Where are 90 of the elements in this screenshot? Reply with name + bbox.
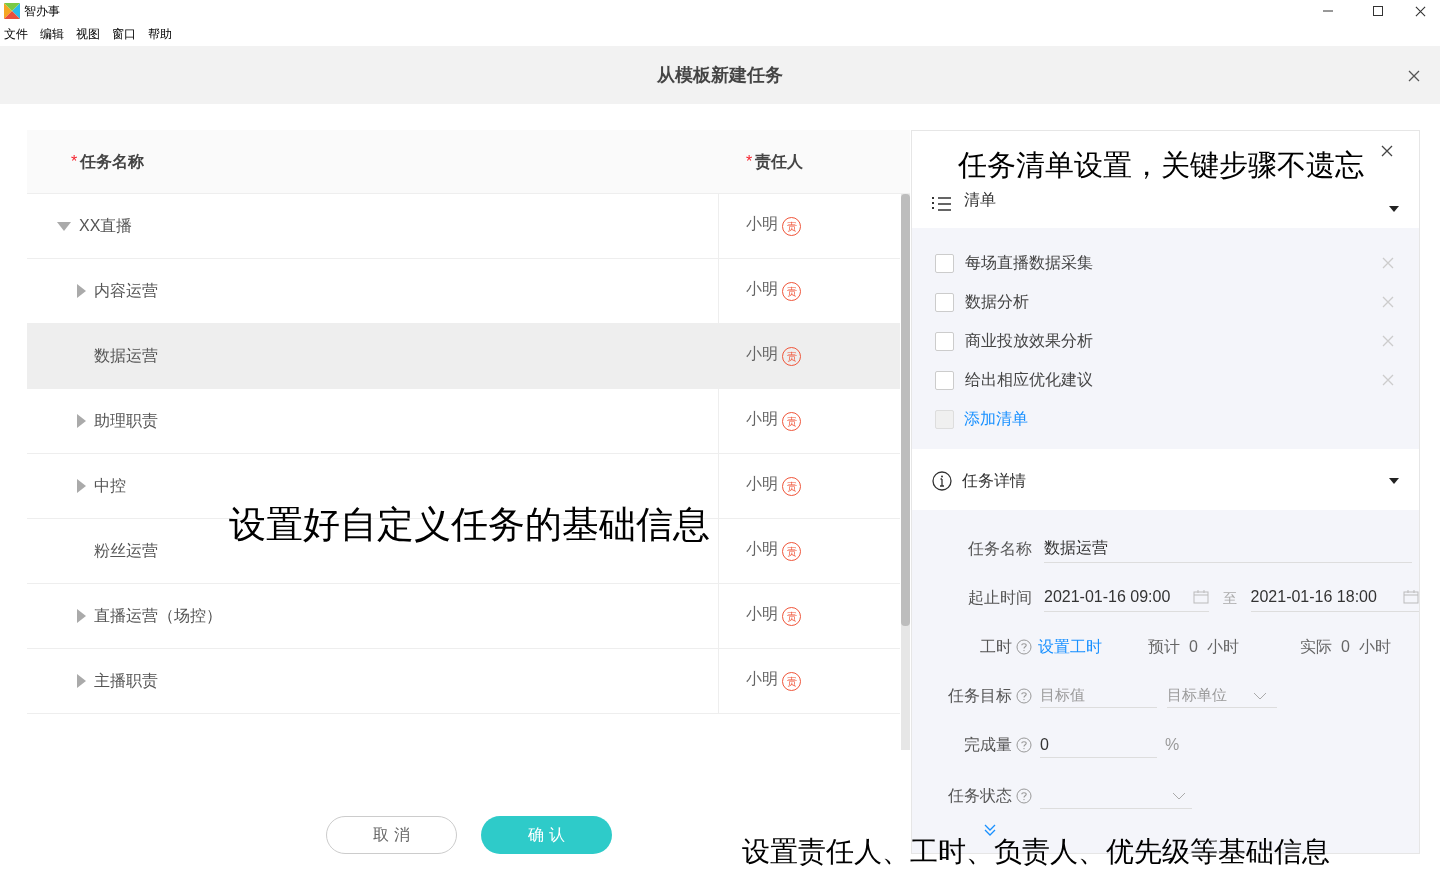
checklist-item: 每场直播数据采集 [965, 253, 1094, 273]
menu-item[interactable]: 编辑 [40, 25, 64, 43]
list-icon [932, 196, 952, 212]
checkbox[interactable] [935, 253, 954, 273]
end-time-field[interactable]: 2021-01-16 18:00 [1250, 584, 1419, 612]
checkbox-placeholder-icon [935, 409, 954, 429]
percent-unit: % [1165, 735, 1180, 755]
tree-row[interactable]: 助理职责 小明 责 [27, 389, 900, 454]
checklist-item: 数据分析 [965, 292, 1030, 312]
app-logo-icon [4, 3, 20, 19]
dialog-title: 从模板新建任务 [657, 63, 783, 87]
task-name: 主播职责 [94, 671, 158, 691]
collapsed-caret-icon[interactable] [77, 284, 86, 298]
close-icon[interactable] [1408, 70, 1420, 82]
menu-item[interactable]: 帮助 [148, 25, 172, 43]
task-name: 助理职责 [94, 411, 158, 431]
collapsed-caret-icon[interactable] [77, 609, 86, 623]
scrollbar-thumb[interactable] [901, 194, 910, 626]
task-name: XX直播 [79, 216, 133, 236]
caption-overlay: 设置责任人、工时、负责人、优先级等基础信息 [742, 838, 1330, 866]
assignee-name: 小明 [746, 474, 778, 494]
task-name: 中控 [94, 476, 126, 496]
calendar-icon[interactable] [1403, 589, 1419, 604]
field-label: 任务名称 [968, 539, 1032, 559]
assignee-name: 小明 [746, 344, 778, 364]
expanded-caret-icon[interactable] [1389, 478, 1399, 484]
delete-icon[interactable] [1382, 374, 1394, 386]
close-icon[interactable] [1381, 145, 1393, 157]
assignee-name: 小明 [746, 669, 778, 689]
field-label: 任务目标 [948, 686, 1012, 706]
calendar-icon[interactable] [1192, 589, 1209, 604]
collapsed-caret-icon[interactable] [77, 674, 86, 688]
task-name: 粉丝运营 [94, 541, 158, 561]
task-name: 内容运营 [94, 281, 158, 301]
task-name-field[interactable]: 数据运营 [1044, 535, 1412, 563]
help-icon[interactable] [1016, 639, 1032, 655]
tree-row[interactable]: 直播运营（场控） 小明 责 [27, 584, 900, 649]
task-name: 数据运营 [94, 346, 158, 366]
field-label: 完成量 [964, 735, 1012, 755]
field-label: 起止时间 [968, 588, 1032, 608]
column-header: 任务名称 [80, 151, 145, 172]
field-label: 任务状态 [948, 786, 1012, 806]
checkbox[interactable] [935, 331, 954, 351]
maximize-icon[interactable] [1373, 6, 1383, 16]
checkbox[interactable] [935, 370, 954, 390]
start-time-field[interactable]: 2021-01-16 09:00 [1044, 584, 1209, 612]
collapsed-caret-icon[interactable] [77, 479, 86, 493]
assignee-name: 小明 [746, 279, 778, 299]
collapsed-caret-icon[interactable] [77, 414, 86, 428]
actual-hours: 实际 0 小时 [1300, 637, 1391, 657]
section-title: 任务详情 [962, 471, 1027, 491]
close-icon[interactable] [1415, 5, 1426, 17]
delete-icon[interactable] [1382, 257, 1394, 269]
chevron-down-icon[interactable] [1172, 791, 1186, 800]
tree-row[interactable]: XX直播 小明 责 [27, 194, 900, 259]
menu-item[interactable]: 文件 [4, 25, 28, 43]
help-icon[interactable] [1016, 737, 1032, 753]
expanded-caret-icon[interactable] [1389, 206, 1399, 212]
assignee-name: 小明 [746, 214, 778, 234]
goal-value-field[interactable]: 目标值 [1040, 684, 1157, 708]
info-icon [932, 471, 952, 491]
chevron-down-icon[interactable] [1253, 691, 1267, 700]
tree-row[interactable]: 内容运营 小明 责 [27, 259, 900, 324]
estimated-hours: 预计 0 小时 [1148, 637, 1240, 657]
app-title: 智办事 [24, 3, 60, 20]
double-chevron-down-icon[interactable] [983, 823, 997, 837]
menu-item[interactable]: 视图 [76, 25, 100, 43]
section-title: 清单 [964, 190, 997, 210]
tree-row[interactable]: 数据运营 小明 责 [27, 324, 900, 389]
delete-icon[interactable] [1382, 335, 1394, 347]
checkbox[interactable] [935, 292, 954, 312]
field-label: 工时 [980, 637, 1012, 657]
assignee-name: 小明 [746, 409, 778, 429]
column-header: 责任人 [755, 151, 804, 173]
menu-item[interactable]: 窗口 [112, 25, 136, 43]
progress-field[interactable]: 0 [1040, 732, 1157, 758]
help-icon[interactable] [1016, 688, 1032, 704]
cancel-button[interactable]: 取 消 [326, 816, 457, 854]
checklist-item: 商业投放效果分析 [965, 331, 1094, 351]
required-mark: * [71, 151, 78, 172]
required-mark: * [746, 151, 753, 172]
checklist-item: 给出相应优化建议 [965, 370, 1094, 390]
delete-icon[interactable] [1382, 296, 1394, 308]
tree-row[interactable]: 主播职责 小明 责 [27, 649, 900, 714]
assignee-name: 小明 [746, 539, 778, 559]
assignee-name: 小明 [746, 604, 778, 624]
task-name: 直播运营（场控） [94, 606, 222, 626]
caption-overlay: 任务清单设置，关键步骤不遗忘 [958, 151, 1364, 180]
help-icon[interactable] [1016, 788, 1032, 804]
range-separator: 至 [1222, 588, 1237, 608]
